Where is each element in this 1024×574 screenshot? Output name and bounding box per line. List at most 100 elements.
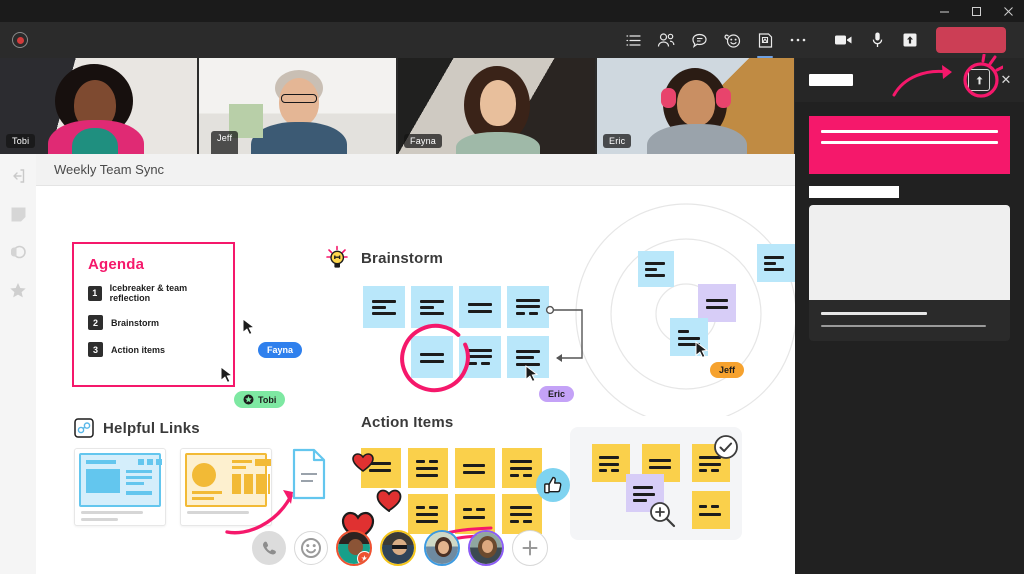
whiteboard-canvas[interactable]: Agenda 1 Icebreaker & team reflection 2 … (36, 186, 795, 574)
whiteboard-button[interactable] (750, 25, 780, 55)
agenda-item[interactable]: 2 Brainstorm (88, 315, 219, 330)
panel-content-card[interactable] (809, 205, 1010, 341)
sticky-note[interactable] (638, 251, 674, 287)
cursor-label-jeff: Jeff (710, 362, 744, 378)
star-icon[interactable] (8, 280, 28, 300)
thumbs-up-icon (543, 475, 563, 495)
whiteboard-title: Weekly Team Sync (54, 162, 164, 177)
agenda-item-label: Action items (111, 345, 165, 355)
leave-call-button[interactable] (936, 27, 1006, 53)
agenda-item-number: 3 (88, 342, 103, 357)
section-title: Helpful Links (103, 420, 200, 437)
video-tile-tobi[interactable]: Tobi (0, 58, 197, 154)
sticky-note[interactable] (411, 286, 453, 328)
sticky-note[interactable] (459, 336, 501, 378)
video-tile-label: Tobi (6, 134, 35, 148)
badge-icon (243, 394, 254, 405)
share-up-icon (901, 31, 919, 49)
app-window: Tobi Fayna Eric Jeff (0, 0, 1024, 574)
sticky-note-icon[interactable] (8, 204, 28, 224)
sticky-note[interactable] (698, 284, 736, 322)
whiteboard-panel: Weekly Team Sync Agenda 1 Icebreaker & t… (36, 154, 795, 574)
reactions-icon (723, 31, 742, 49)
call-button[interactable] (252, 531, 286, 565)
sticky-note[interactable] (502, 494, 542, 534)
panel-banner (809, 116, 1010, 174)
right-side-panel: ✕ (795, 58, 1024, 574)
sticky-note[interactable] (507, 286, 549, 328)
window-minimize-button[interactable] (928, 0, 960, 22)
sticky-note[interactable] (361, 448, 401, 488)
reactions-button[interactable] (717, 25, 747, 55)
add-participant-button[interactable] (512, 530, 548, 566)
participants-button[interactable] (651, 25, 681, 55)
share-up-icon (973, 74, 986, 87)
sticky-note[interactable] (692, 491, 730, 529)
video-tile-fayna[interactable]: Fayna (398, 58, 595, 154)
avatar[interactable]: ★ (336, 530, 372, 566)
connector-arrow (544, 298, 598, 384)
helpful-link-card[interactable] (74, 448, 166, 526)
agenda-item-label: Icebreaker & team reflection (110, 283, 219, 303)
people-icon (657, 32, 675, 49)
sticky-note[interactable] (459, 286, 501, 328)
avatar[interactable] (424, 530, 460, 566)
plus-icon (520, 538, 540, 558)
sticky-note[interactable] (502, 448, 542, 488)
recording-indicator-icon (12, 32, 28, 48)
panel-share-button[interactable] (968, 69, 990, 91)
cursor-label-eric: Eric (539, 386, 574, 402)
window-close-button[interactable] (992, 0, 1024, 22)
helpful-link-card[interactable] (180, 448, 272, 526)
sticky-note[interactable] (408, 448, 448, 488)
concentric-circles-diagram (536, 196, 795, 416)
agenda-list-button[interactable] (618, 25, 648, 55)
agenda-item-number: 1 (88, 286, 102, 301)
agenda-card[interactable]: Agenda 1 Icebreaker & team reflection 2 … (72, 242, 235, 387)
sticky-note[interactable] (455, 494, 495, 534)
document-icon[interactable] (290, 448, 330, 500)
more-options-button[interactable] (783, 25, 813, 55)
comment-icon[interactable] (8, 242, 28, 262)
sticky-note[interactable] (757, 244, 795, 282)
phone-icon (261, 540, 278, 557)
agenda-item-number: 2 (88, 315, 103, 330)
ellipsis-icon (789, 37, 807, 43)
sticky-note[interactable] (626, 474, 664, 512)
microphone-button[interactable] (862, 25, 892, 55)
agenda-item[interactable]: 3 Action items (88, 342, 219, 357)
avatar[interactable] (468, 530, 504, 566)
sticky-note[interactable] (363, 286, 405, 328)
emoji-button[interactable] (294, 531, 328, 565)
lightbulb-icon (324, 244, 352, 272)
share-screen-button[interactable] (895, 25, 925, 55)
cursor-pointer (695, 341, 709, 359)
cursor-pointer (220, 366, 234, 384)
link-icon (74, 418, 94, 438)
avatar[interactable] (380, 530, 416, 566)
cursor-label-tobi: Tobi (234, 391, 285, 408)
camera-button[interactable] (829, 25, 859, 55)
sticky-note[interactable] (592, 444, 630, 482)
agenda-item-label: Brainstorm (111, 318, 159, 328)
video-tile-label: Eric (603, 134, 631, 148)
cursor-pointer (525, 365, 539, 383)
window-maximize-button[interactable] (960, 0, 992, 22)
panel-close-button[interactable]: ✕ (998, 72, 1014, 88)
sticky-note[interactable] (455, 448, 495, 488)
video-tile-eric[interactable]: Eric (597, 58, 794, 154)
sticky-note[interactable] (408, 494, 448, 534)
camera-icon (834, 33, 854, 47)
sticky-note[interactable] (411, 336, 453, 378)
whiteboard-header: Weekly Team Sync (36, 154, 795, 186)
sticky-note[interactable] (692, 444, 730, 482)
chat-button[interactable] (684, 25, 714, 55)
panel-card-subtitle-placeholder (821, 325, 986, 327)
agenda-item[interactable]: 1 Icebreaker & team reflection (88, 283, 219, 303)
video-tile-label: Fayna (404, 134, 442, 148)
section-header-action-items: Action Items (361, 414, 453, 431)
exit-icon[interactable] (8, 166, 28, 186)
agenda-heading: Agenda (88, 256, 219, 273)
whiteboard-dock: ★ (252, 530, 548, 566)
microphone-icon (871, 31, 884, 49)
